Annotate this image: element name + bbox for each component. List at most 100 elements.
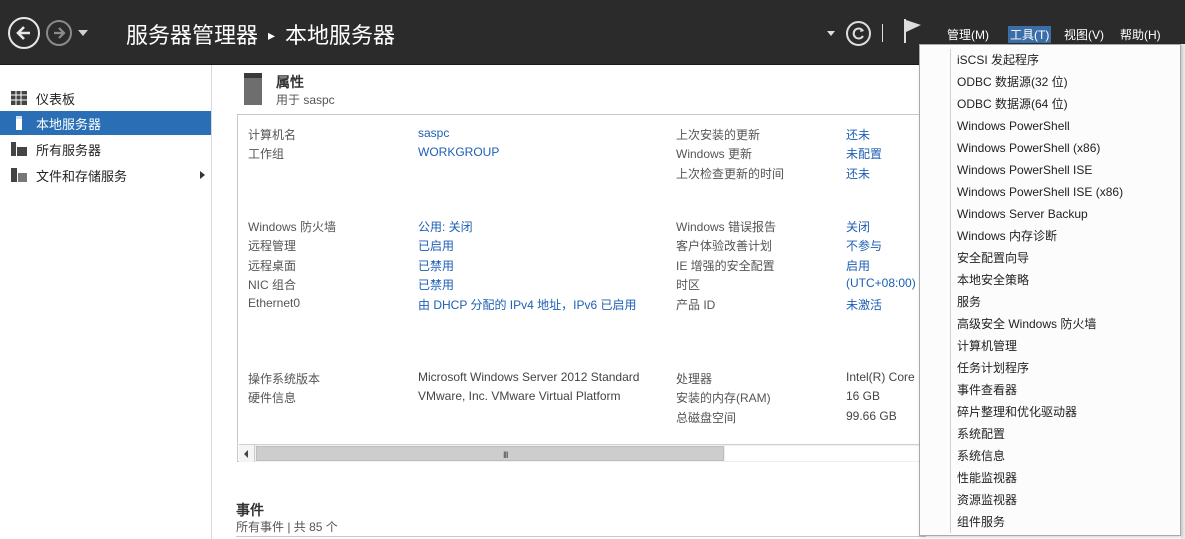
arrow-left-icon [16, 26, 30, 40]
tools-menu-item[interactable]: Windows PowerShell [957, 115, 1070, 137]
tools-menu-item[interactable]: 本地安全策略 [957, 269, 1029, 291]
window-edge [1181, 44, 1185, 539]
product-id-link[interactable]: 未激活 [846, 296, 882, 313]
processor-value: Intel(R) Core [846, 370, 915, 384]
dashboard-icon [11, 91, 27, 105]
tools-menu-item[interactable]: 高级安全 Windows 防火墙 [957, 313, 1096, 335]
properties-panel [237, 114, 927, 462]
tools-menu-item[interactable]: Windows PowerShell (x86) [957, 137, 1100, 159]
timezone-link[interactable]: (UTC+08:00) [846, 276, 916, 290]
menu-gutter [950, 49, 951, 533]
scrollbar-grip: III [503, 450, 508, 460]
properties-subtitle: 用于 saspc [276, 93, 335, 107]
events-subtitle: 所有事件 | 共 85 个 [236, 520, 338, 534]
windows-update-label: Windows 更新 [676, 147, 753, 161]
nic-teaming-link[interactable]: 已禁用 [418, 276, 454, 293]
tools-menu-item[interactable]: 系统信息 [957, 445, 1005, 467]
tools-menu-item[interactable]: 碎片整理和优化驱动器 [957, 401, 1077, 423]
sidebar-item-label: 所有服务器 [36, 142, 102, 158]
expand-arrow-icon[interactable] [200, 171, 205, 179]
breadcrumb-dropdown-icon[interactable] [827, 31, 835, 36]
back-button[interactable] [8, 17, 40, 49]
storage-icon [11, 168, 27, 182]
properties-title: 属性 [276, 74, 304, 90]
sidebar-item-dashboard[interactable]: 仪表板 [0, 86, 211, 110]
breadcrumb-current: 本地服务器 [285, 24, 396, 49]
refresh-icon [852, 27, 864, 40]
tools-menu-item[interactable]: 计算机管理 [957, 335, 1017, 357]
ethernet-label: Ethernet0 [248, 296, 301, 310]
error-report-link[interactable]: 关闭 [846, 218, 870, 235]
tools-menu-item[interactable]: 组件服务 [957, 511, 1005, 533]
tools-menu-item[interactable]: Windows PowerShell ISE (x86) [957, 181, 1123, 203]
tools-menu-item[interactable]: ODBC 数据源(64 位) [957, 93, 1068, 115]
chevron-left-icon [244, 450, 248, 458]
remote-mgmt-label: 远程管理 [248, 239, 297, 253]
sidebar-item-file-storage[interactable]: 文件和存储服务 [0, 163, 211, 187]
scrollbar-thumb[interactable]: III [256, 446, 724, 461]
breadcrumb-separator-icon: ▸ [268, 28, 276, 44]
tools-menu-item[interactable]: 资源监视器 [957, 489, 1017, 511]
computer-name-label: 计算机名 [248, 128, 297, 142]
os-version-value: Microsoft Windows Server 2012 Standard [418, 370, 640, 384]
workgroup-link[interactable]: WORKGROUP [418, 145, 499, 159]
ie-esc-label: IE 增强的安全配置 [676, 259, 775, 273]
hardware-label: 硬件信息 [248, 391, 297, 405]
menu-manage[interactable]: 管理(M) [947, 26, 989, 43]
sidebar-item-all-servers[interactable]: 所有服务器 [0, 137, 211, 161]
remote-desktop-link[interactable]: 已禁用 [418, 257, 454, 274]
ie-esc-link[interactable]: 启用 [846, 257, 870, 274]
remote-desktop-label: 远程桌面 [248, 259, 297, 273]
events-title: 事件 [236, 502, 264, 518]
sidebar-item-label: 本地服务器 [36, 116, 102, 132]
menu-view[interactable]: 视图(V) [1064, 26, 1104, 43]
tools-menu-item[interactable]: 安全配置向导 [957, 247, 1029, 269]
last-installed-label: 上次安装的更新 [676, 128, 761, 142]
toolbar-separator [882, 24, 883, 42]
tools-menu-item[interactable]: 任务计划程序 [957, 357, 1029, 379]
sidebar-item-label: 仪表板 [36, 91, 76, 107]
computer-name-link[interactable]: saspc [418, 126, 449, 140]
forward-button[interactable] [46, 20, 72, 46]
sidebar-item-local-server[interactable]: 本地服务器 [0, 111, 211, 135]
tools-menu-dropdown: iSCSI 发起程序 ODBC 数据源(32 位) ODBC 数据源(64 位)… [919, 44, 1181, 536]
menu-tools[interactable]: 工具(T) [1008, 26, 1052, 43]
menu-help[interactable]: 帮助(H) [1120, 26, 1161, 43]
refresh-button[interactable] [846, 21, 871, 46]
ram-value: 16 GB [846, 389, 881, 403]
os-version-label: 操作系统版本 [248, 372, 321, 386]
firewall-link[interactable]: 公用: 关闭 [418, 218, 473, 235]
breadcrumb-root[interactable]: 服务器管理器 [126, 24, 258, 49]
server-icon [16, 116, 22, 130]
tools-menu-item[interactable]: Windows Server Backup [957, 203, 1088, 225]
scrollbar-track[interactable] [725, 446, 925, 461]
notifications-flag-icon[interactable] [903, 18, 923, 44]
tools-menu-item[interactable]: 服务 [957, 291, 981, 313]
disk-value: 99.66 GB [846, 409, 897, 423]
tools-menu-item[interactable]: Windows 内存诊断 [957, 225, 1057, 247]
windows-update-link[interactable]: 未配置 [846, 145, 882, 162]
tools-menu-item[interactable]: iSCSI 发起程序 [957, 49, 1039, 71]
workgroup-label: 工作组 [248, 147, 285, 161]
tools-menu-item[interactable]: 性能监视器 [957, 467, 1017, 489]
ram-label: 安装的内存(RAM) [676, 391, 771, 405]
tools-menu-item[interactable]: Windows PowerShell ISE [957, 159, 1092, 181]
tools-menu-item[interactable]: 系统配置 [957, 423, 1005, 445]
nic-teaming-label: NIC 组合 [248, 278, 297, 292]
ceip-link[interactable]: 不参与 [846, 237, 882, 254]
tools-menu-item[interactable]: 事件查看器 [957, 379, 1017, 401]
last-checked-label: 上次检查更新的时间 [676, 167, 785, 181]
tools-menu-item[interactable]: ODBC 数据源(32 位) [957, 71, 1068, 93]
disk-label: 总磁盘空间 [676, 411, 737, 425]
remote-mgmt-link[interactable]: 已启用 [418, 237, 454, 254]
scroll-left-button[interactable] [239, 445, 255, 462]
ethernet-link[interactable]: 由 DHCP 分配的 IPv4 地址，IPv6 已启用 [418, 296, 636, 313]
last-installed-link[interactable]: 还未 [846, 126, 870, 143]
last-checked-link[interactable]: 还未 [846, 165, 870, 182]
history-dropdown-icon[interactable] [78, 30, 88, 36]
sidebar: 仪表板 本地服务器 所有服务器 文件和存储服务 [0, 65, 212, 539]
horizontal-scrollbar[interactable]: III [239, 444, 927, 462]
product-id-label: 产品 ID [676, 298, 716, 312]
timezone-label: 时区 [676, 278, 701, 292]
ceip-label: 客户体验改善计划 [676, 239, 773, 253]
